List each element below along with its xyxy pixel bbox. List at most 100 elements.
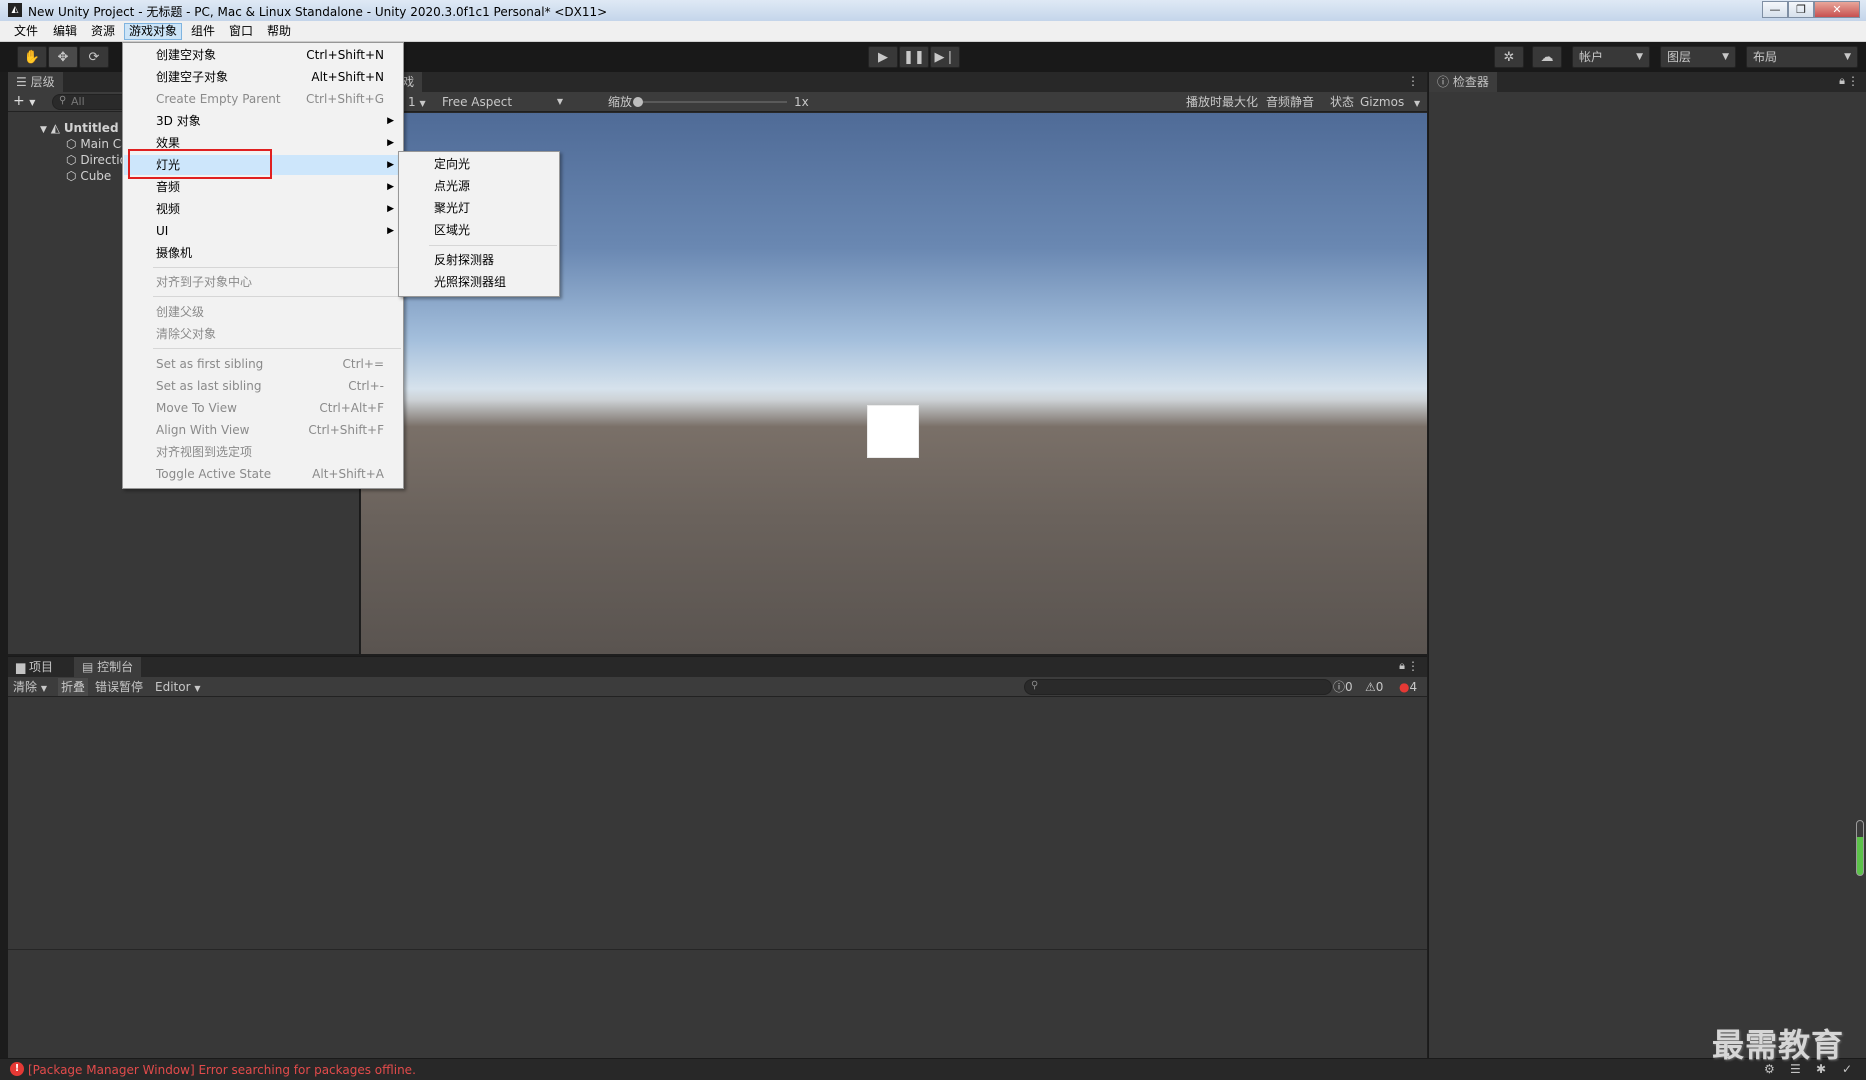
submenu-item-area-light[interactable]: 区域光 — [400, 220, 558, 240]
menu-item-align-with-view[interactable]: Align With View Ctrl+Shift+F — [124, 420, 402, 440]
tab-project[interactable]: ▆ 项目 — [8, 657, 61, 677]
menu-item-clear-parent[interactable]: 清除父对象 — [124, 324, 402, 344]
hierarchy-item-label: Cube — [80, 169, 112, 183]
collapse-toggle[interactable]: 折叠 — [58, 678, 89, 696]
menu-item-create-empty-parent[interactable]: Create Empty Parent Ctrl+Shift+G — [124, 89, 402, 109]
menu-item-label: Set as first sibling — [156, 357, 264, 371]
menu-item-label: Toggle Active State — [156, 467, 272, 481]
menu-item-label: Move To View — [156, 401, 237, 415]
layout-dropdown[interactable]: 布局 ▼ — [1746, 46, 1858, 68]
folder-icon: ▆ — [16, 660, 30, 674]
menu-item-video[interactable]: 视频 ▶ — [124, 199, 402, 219]
more-options-icon[interactable]: ⋮ — [1407, 74, 1419, 88]
menu-help[interactable]: 帮助 — [263, 23, 295, 40]
hand-tool-icon[interactable]: ✋ — [17, 46, 47, 68]
menu-item-label: 聚光灯 — [434, 201, 471, 215]
console-icon: ▤ — [82, 660, 98, 674]
menu-assets[interactable]: 资源 — [87, 23, 119, 40]
menu-item-audio[interactable]: 音频 ▶ — [124, 177, 402, 197]
aspect-dropdown[interactable]: Free Aspect ▼ — [439, 93, 565, 111]
menu-item-label: 视频 — [156, 202, 181, 216]
hierarchy-item[interactable]: ⬡ Cube — [66, 168, 111, 184]
search-placeholder: All — [71, 95, 85, 108]
more-options-icon[interactable]: ⋮ — [1847, 74, 1859, 88]
maximize-on-play-toggle[interactable]: 播放时最大化 — [1183, 93, 1261, 111]
account-dropdown[interactable]: 帐户 ▼ — [1572, 46, 1650, 68]
display-dropdown[interactable]: 1 ▼ — [405, 93, 429, 111]
menu-item-camera[interactable]: 摄像机 — [124, 243, 402, 263]
tab-inspector[interactable]: ⓘ 检查器 — [1429, 72, 1497, 92]
mute-audio-toggle[interactable]: 音频静音 — [1263, 93, 1317, 111]
menu-item-create-empty[interactable]: 创建空对象 Ctrl+Shift+N — [124, 45, 402, 65]
menu-item-label: 创建空对象 — [156, 48, 217, 62]
console-panel: ▆ 项目 ▤ 控制台 🔒︎ ⋮ 清除 ▼ 折叠 错误暂停 Editor ▼ ⚲ … — [8, 656, 1427, 1058]
info-count-toggle[interactable]: ⓘ0 — [1330, 678, 1356, 696]
menu-separator — [153, 296, 401, 297]
gizmos-button[interactable]: Gizmos ▼ — [1357, 93, 1423, 111]
annotation-highlight-box — [128, 149, 272, 179]
error-count-toggle[interactable]: ●4 — [1396, 678, 1420, 696]
submenu-item-reflection-probe[interactable]: 反射探测器 — [400, 250, 558, 270]
clear-button[interactable]: 清除 ▼ — [10, 678, 50, 696]
search-icon: ⚲ — [59, 95, 67, 106]
menu-item-label: 音频 — [156, 180, 181, 194]
restore-button[interactable]: ❐ — [1788, 1, 1814, 18]
menu-item-move-to-view[interactable]: Move To View Ctrl+Alt+F — [124, 398, 402, 418]
submenu-item-point-light[interactable]: 点光源 — [400, 176, 558, 196]
rotate-tool-icon[interactable]: ⟳ — [79, 46, 109, 68]
info-icon: ⓘ — [1333, 680, 1346, 694]
error-icon: ● — [1399, 680, 1410, 694]
step-button[interactable]: ▶❘ — [930, 46, 960, 68]
scale-slider-handle[interactable] — [633, 97, 643, 107]
close-button[interactable]: ✕ — [1814, 1, 1860, 18]
inspector-tabbar: ⓘ 检查器 🔒︎ ⋮ — [1429, 72, 1866, 92]
menu-item-toggle-active-state[interactable]: Toggle Active State Alt+Shift+A — [124, 464, 402, 484]
menu-item-make-parent[interactable]: 创建父级 — [124, 302, 402, 322]
menu-bar: 文件 编辑 资源 游戏对象 组件 窗口 帮助 — [0, 21, 1866, 42]
clear-label: 清除 — [13, 680, 38, 694]
error-pause-toggle[interactable]: 错误暂停 — [92, 678, 146, 696]
tab-hierarchy[interactable]: ☰ 层级 — [8, 72, 63, 92]
layout-label: 布局 — [1753, 50, 1778, 64]
chevron-right-icon: ▶ — [387, 226, 394, 236]
submenu-item-directional-light[interactable]: 定向光 — [400, 154, 558, 174]
layers-dropdown[interactable]: 图层 ▼ — [1660, 46, 1736, 68]
menu-file[interactable]: 文件 — [10, 23, 42, 40]
move-tool-icon[interactable]: ✥ — [48, 46, 78, 68]
pause-button[interactable]: ❚❚ — [899, 46, 929, 68]
menu-item-set-first-sibling[interactable]: Set as first sibling Ctrl+= — [124, 354, 402, 374]
warning-count: 0 — [1375, 680, 1384, 694]
collab-icon[interactable]: ✲ — [1494, 46, 1524, 68]
minimize-button[interactable]: — — [1762, 1, 1788, 18]
menu-item-ui[interactable]: UI ▶ — [124, 221, 402, 241]
menu-edit[interactable]: 编辑 — [49, 23, 81, 40]
lock-icon[interactable]: 🔒︎ — [1839, 74, 1845, 88]
scene-row[interactable]: ▼ ◭ Untitled — [40, 120, 119, 136]
menu-item-create-empty-child[interactable]: 创建空子对象 Alt+Shift+N — [124, 67, 402, 87]
menu-item-set-last-sibling[interactable]: Set as last sibling Ctrl+- — [124, 376, 402, 396]
menu-gameobject[interactable]: 游戏对象 — [124, 23, 183, 40]
tab-console[interactable]: ▤ 控制台 — [74, 657, 142, 677]
play-button[interactable]: ▶ — [868, 46, 898, 68]
tab-project-label: 项目 — [29, 660, 54, 674]
menu-window[interactable]: 窗口 — [225, 23, 257, 40]
scale-value: 1x — [794, 95, 809, 109]
menu-item-3d-object[interactable]: 3D 对象 ▶ — [124, 111, 402, 131]
lock-icon[interactable]: 🔒︎ — [1399, 659, 1405, 673]
warning-count-toggle[interactable]: ⚠0 — [1362, 678, 1386, 696]
scale-slider-track[interactable] — [637, 101, 787, 103]
submenu-item-light-probe-group[interactable]: 光照探测器组 — [400, 272, 558, 292]
editor-dropdown[interactable]: Editor ▼ — [152, 678, 204, 696]
menu-component[interactable]: 组件 — [187, 23, 219, 40]
console-detail-divider[interactable] — [8, 949, 1427, 950]
status-message[interactable]: [Package Manager Window] Error searching… — [28, 1063, 416, 1077]
submenu-item-spot-light[interactable]: 聚光灯 — [400, 198, 558, 218]
stats-toggle[interactable]: 状态 — [1327, 93, 1357, 111]
cloud-icon[interactable]: ☁ — [1532, 46, 1562, 68]
add-button[interactable]: + ▼ — [13, 93, 35, 109]
chevron-right-icon: ▶ — [387, 182, 394, 192]
console-search-input[interactable]: ⚲ — [1024, 679, 1332, 695]
menu-item-align-view-to-selected[interactable]: 对齐视图到选定项 — [124, 442, 402, 462]
more-options-icon[interactable]: ⋮ — [1407, 659, 1419, 673]
menu-item-center-on-children[interactable]: 对齐到子对象中心 — [124, 272, 402, 292]
